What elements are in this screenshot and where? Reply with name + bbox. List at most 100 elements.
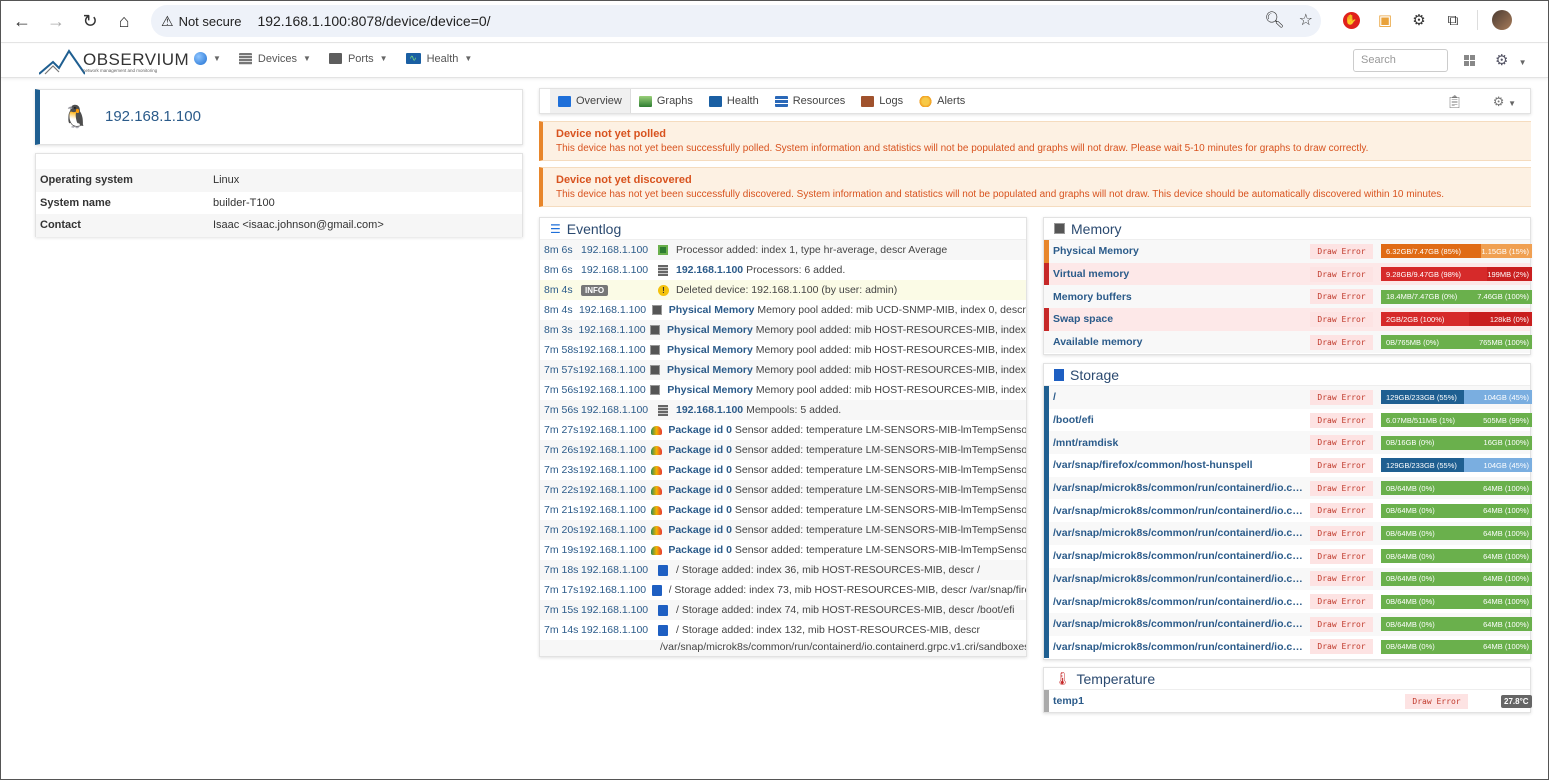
storage-name[interactable]: /var/snap/microk8s/common/run/containerd… <box>1053 573 1303 585</box>
event-host-link[interactable]: 192.168.1.100 <box>579 584 646 596</box>
memory-row[interactable]: Memory buffers Draw Error 18.4MB/7.47GB (0… <box>1044 285 1532 309</box>
storage-row[interactable]: /var/snap/microk8s/common/run/containerd… <box>1044 590 1532 613</box>
event-host-link[interactable]: 192.168.1.100 <box>579 384 646 396</box>
zoom-icon[interactable]: 🔍︎ <box>1264 10 1284 30</box>
home-button[interactable]: ⌂ <box>111 9 137 35</box>
event-entity-link[interactable]: Physical Memory <box>669 304 755 316</box>
windows-icon[interactable] <box>1464 55 1475 66</box>
tab-resources[interactable]: Resources <box>767 89 854 113</box>
storage-name[interactable]: /var/snap/microk8s/common/run/containerd… <box>1053 482 1303 494</box>
event-host-link[interactable]: 192.168.1.100 <box>581 264 648 276</box>
notes-icon[interactable]: 📋︎ <box>1446 94 1463 110</box>
event-entity-link[interactable]: Physical Memory <box>667 344 753 356</box>
adblock-extension-icon[interactable]: ✋ <box>1341 10 1361 30</box>
storage-row[interactable]: / Draw Error 129GB/233GB (55%) 104GB (45%) <box>1044 386 1532 409</box>
storage-row[interactable]: /var/snap/microk8s/common/run/containerd… <box>1044 476 1532 500</box>
storage-row[interactable]: /var/snap/microk8s/common/run/containerd… <box>1044 499 1532 523</box>
storage-name[interactable]: /var/snap/microk8s/common/run/containerd… <box>1053 641 1303 653</box>
event-host-link[interactable]: 192.168.1.100 <box>581 404 648 416</box>
storage-row[interactable]: /var/snap/microk8s/common/run/containerd… <box>1044 635 1532 659</box>
reload-button[interactable]: ↻ <box>77 9 103 35</box>
event-host-link[interactable]: 192.168.1.100 <box>579 304 646 316</box>
storage-row[interactable]: /var/snap/microk8s/common/run/containerd… <box>1044 544 1532 568</box>
event-entity-link[interactable]: Package id 0 <box>668 424 732 436</box>
memory-name[interactable]: Physical Memory <box>1053 245 1303 257</box>
memory-row[interactable]: Virtual memory Draw Error 9.28GB/9.47GB (9… <box>1044 262 1532 286</box>
health-menu[interactable]: ∿ Health ▼ <box>405 53 472 65</box>
storage-row[interactable]: /mnt/ramdisk Draw Error 0B/16GB (0%) 16GB (… <box>1044 431 1532 455</box>
ports-menu[interactable]: Ports ▼ <box>328 53 388 65</box>
security-indicator[interactable]: ⚠ Not secure <box>161 13 241 30</box>
event-host-link[interactable]: 192.168.1.100 <box>581 624 648 636</box>
storage-row[interactable]: /boot/efi Draw Error 6.07MB/511MB (1%) 505M… <box>1044 408 1532 432</box>
bookmark-star-icon[interactable]: ☆ <box>1299 10 1313 30</box>
event-host-link[interactable]: 192.168.1.100 <box>578 364 645 376</box>
event-host-link[interactable]: 192.168.1.100 <box>579 424 646 436</box>
settings-gear-menu[interactable]: ⚙ ▼ <box>1495 51 1527 69</box>
tab-graphs[interactable]: Graphs <box>631 89 701 113</box>
event-host-link[interactable]: 192.168.1.100 <box>581 604 648 616</box>
color-extension-icon[interactable]: ▣ <box>1375 10 1395 30</box>
event-entity-link[interactable]: Package id 0 <box>668 544 732 556</box>
event-host-link[interactable]: 192.168.1.100 <box>579 544 646 556</box>
event-entity-link[interactable]: Physical Memory <box>667 364 753 376</box>
memory-name[interactable]: Memory buffers <box>1053 291 1303 303</box>
storage-name[interactable]: /var/snap/microk8s/common/run/containerd… <box>1053 550 1303 562</box>
search-input[interactable]: Search <box>1353 49 1448 72</box>
memory-name[interactable]: Swap space <box>1053 313 1303 325</box>
event-entity-link[interactable]: Physical Memory <box>667 324 753 336</box>
event-host-link[interactable]: 192.168.1.100 <box>581 244 648 256</box>
event-host-link[interactable]: 192.168.1.100 <box>579 464 646 476</box>
profile-avatar[interactable] <box>1492 10 1512 30</box>
event-host-link[interactable]: 192.168.1.100 <box>579 444 646 456</box>
event-entity-link[interactable]: Package id 0 <box>668 444 732 456</box>
memory-row[interactable]: Physical Memory Draw Error 6.32GB/7.47GB (… <box>1044 240 1532 263</box>
device-hostname[interactable]: 192.168.1.100 <box>105 108 201 125</box>
url-text[interactable]: 192.168.1.100:8078/device/device=0/ <box>257 13 490 29</box>
tab-overview[interactable]: Overview <box>550 89 631 113</box>
memory-row[interactable]: Available memory Draw Error 0B/765MB (0%) 7… <box>1044 330 1532 354</box>
event-host-link[interactable]: 192.168.1.100 <box>581 564 648 576</box>
storage-row[interactable]: /var/snap/microk8s/common/run/containerd… <box>1044 612 1532 636</box>
memory-row[interactable]: Swap space Draw Error 2GB/2GB (100%) 128kB … <box>1044 308 1532 331</box>
sensor-row[interactable]: temp1 Draw Error 27.8°C <box>1044 690 1532 712</box>
storage-name[interactable]: /var/snap/microk8s/common/run/containerd… <box>1053 505 1303 517</box>
storage-row[interactable]: /var/snap/microk8s/common/run/containerd… <box>1044 567 1532 591</box>
storage-name[interactable]: /mnt/ramdisk <box>1053 437 1303 449</box>
event-host-link[interactable]: 192.168.1.100 <box>579 484 646 496</box>
settings-extension-icon[interactable]: ⚙ <box>1409 10 1429 30</box>
event-entity-link[interactable]: Physical Memory <box>667 384 753 396</box>
event-entity-link[interactable]: Package id 0 <box>668 464 732 476</box>
storage-name[interactable]: /var/snap/microk8s/common/run/containerd… <box>1053 596 1303 608</box>
event-entity-link[interactable]: Package id 0 <box>668 524 732 536</box>
storage-name[interactable]: /boot/efi <box>1053 414 1303 426</box>
memory-name[interactable]: Virtual memory <box>1053 268 1303 280</box>
sensor-name[interactable]: temp1 <box>1053 695 1303 707</box>
storage-name[interactable]: /var/snap/microk8s/common/run/containerd… <box>1053 527 1303 539</box>
event-entity-link[interactable]: Package id 0 <box>668 484 732 496</box>
gear-icon[interactable]: ⚙ ▼ <box>1493 94 1516 110</box>
back-button[interactable]: ← <box>9 9 35 35</box>
event-host-link[interactable]: 192.168.1.100 <box>579 524 646 536</box>
extensions-puzzle-icon[interactable]: ⧉ <box>1443 10 1463 30</box>
observium-logo[interactable]: OBSERVIUM network management and monitor… <box>38 48 189 76</box>
event-host-link[interactable]: 192.168.1.100 <box>578 344 645 356</box>
event-entity-link[interactable]: 192.168.1.100 <box>676 404 743 416</box>
storage-name[interactable]: /var/snap/microk8s/common/run/containerd… <box>1053 618 1303 630</box>
address-bar[interactable]: ⚠ Not secure 192.168.1.100:8078/device/d… <box>151 5 1321 37</box>
storage-row[interactable]: /var/snap/microk8s/common/run/containerd… <box>1044 522 1532 545</box>
forward-button[interactable]: → <box>43 9 69 35</box>
tab-alerts[interactable]: Alerts <box>911 89 973 113</box>
globe-menu[interactable]: ▼ <box>194 52 221 65</box>
storage-name[interactable]: /var/snap/firefox/common/host-hunspell <box>1053 459 1303 471</box>
memory-name[interactable]: Available memory <box>1053 336 1303 348</box>
tab-logs[interactable]: Logs <box>853 89 911 113</box>
tab-health[interactable]: Health <box>701 89 767 113</box>
storage-row[interactable]: /var/snap/firefox/common/host-hunspell Dr… <box>1044 454 1532 477</box>
event-host-link[interactable]: 192.168.1.100 <box>578 324 645 336</box>
event-entity-link[interactable]: 192.168.1.100 <box>676 264 743 276</box>
storage-name[interactable]: / <box>1053 391 1303 403</box>
event-host-link[interactable]: 192.168.1.100 <box>579 504 646 516</box>
devices-menu[interactable]: Devices ▼ <box>238 52 311 65</box>
event-entity-link[interactable]: Package id 0 <box>668 504 732 516</box>
